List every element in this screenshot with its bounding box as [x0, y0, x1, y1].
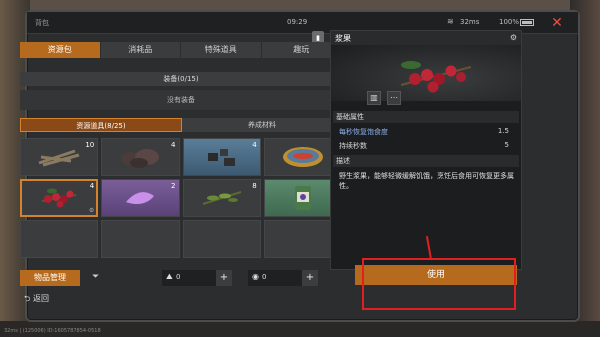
attr-value: 5 — [504, 141, 509, 149]
battery-text: 100% — [499, 18, 520, 26]
no-equipment-text: 没有装备 — [20, 90, 342, 110]
settings-icon: ⚙ — [88, 207, 95, 214]
sub-tabs: 资源道具(8/25) 养成材料 — [20, 118, 342, 132]
item-description: 野生浆果，能够轻微缓解饥饿，烹饪后食用可恢复更多属性。 — [339, 172, 514, 190]
resource-value: 0 — [262, 273, 267, 281]
clock: 09:29 — [287, 18, 308, 26]
debug-footer: 32ms | (125006) ID:1605787854-0518 — [4, 328, 101, 334]
resource-counter-2: ◉ 0 + — [248, 270, 318, 286]
item-detail-panel: 浆果 ⚙ ▥ ⋯ 基础属性 每秒恢复饱食度 1.5 持续秒数 5 描述 野生浆果… — [330, 30, 522, 270]
item-count: 8 — [252, 182, 257, 190]
back-button[interactable]: ⮌ 返回 — [24, 292, 94, 306]
branches-icon — [38, 149, 80, 167]
more-icon[interactable]: ⋯ — [387, 91, 401, 105]
item-grid: 10 4 4 ⚙ 4 ⚙ — [20, 138, 342, 258]
item-slot-berries[interactable]: 4 ⚙ — [20, 179, 99, 217]
tab-training-materials[interactable]: 养成材料 — [182, 118, 342, 132]
attr-value: 1.5 — [497, 127, 509, 135]
empty-slot[interactable] — [20, 220, 99, 258]
item-slot-branches[interactable]: 10 — [20, 138, 99, 176]
empty-slot[interactable] — [182, 220, 261, 258]
stones-icon — [207, 149, 235, 166]
battery-icon — [520, 19, 534, 26]
ping-text: 32ms — [460, 18, 480, 26]
coin-icon: ◉ — [252, 272, 259, 281]
add-button[interactable]: + — [302, 270, 318, 286]
people-icon: ⛰ — [166, 272, 173, 281]
ore-icon — [121, 149, 160, 168]
item-count: 4 — [252, 141, 257, 149]
item-title: 浆果 — [335, 34, 351, 43]
canned-food-icon — [294, 186, 311, 210]
tab-consumables[interactable]: 消耗品 — [100, 42, 181, 58]
item-preview — [331, 45, 521, 101]
canned-fish-icon — [282, 147, 323, 167]
category-tabs: 资源包 消耗品 特殊道具 趣玩 — [20, 42, 342, 58]
window-title: 背包 — [35, 19, 49, 27]
item-slot-purple-petal[interactable]: 2 — [101, 179, 180, 217]
item-count: 10 — [85, 141, 95, 149]
item-management-button[interactable]: 物品管理 — [20, 270, 80, 286]
close-button[interactable]: ✕ — [547, 14, 567, 32]
resource-value: 0 — [176, 273, 181, 281]
attr-key: 每秒恢复饱食度 — [339, 128, 388, 136]
delete-icon[interactable]: ▥ — [367, 91, 381, 105]
herb-icon — [202, 191, 241, 205]
item-slot-ore[interactable]: 4 — [101, 138, 180, 176]
equipment-header: 装备(0/15) — [20, 72, 342, 86]
detail-header: 浆果 ⚙ — [331, 31, 521, 45]
back-label: 返回 — [32, 294, 49, 303]
annotation-highlight — [362, 258, 516, 310]
item-count: 4 — [89, 182, 95, 190]
tab-special-items[interactable]: 特殊道具 — [181, 42, 262, 58]
filter-icon[interactable]: ⏷ — [92, 272, 99, 282]
tab-resource-items[interactable]: 资源道具(8/25) — [20, 118, 182, 132]
attr-key: 持续秒数 — [339, 142, 367, 150]
petal-icon — [126, 192, 155, 204]
item-count: 4 — [171, 141, 176, 149]
resource-counter-1: ⛰ 0 + — [162, 270, 232, 286]
item-count: 2 — [171, 182, 176, 190]
add-button[interactable]: + — [216, 270, 232, 286]
description-title: 描述 — [333, 155, 519, 167]
item-slot-stones[interactable]: 4 — [182, 138, 261, 176]
back-arrow-icon: ⮌ — [24, 294, 31, 303]
berries-large-icon — [400, 61, 472, 93]
settings-icon[interactable]: ⚙ — [510, 33, 517, 42]
wifi-icon: ≋ — [447, 17, 454, 26]
berries-icon — [41, 188, 77, 208]
basic-attributes-title: 基础属性 — [333, 111, 519, 123]
item-slot-herb[interactable]: 8 — [182, 179, 261, 217]
tab-resource-pack[interactable]: 资源包 — [20, 42, 101, 58]
empty-slot[interactable] — [101, 220, 180, 258]
